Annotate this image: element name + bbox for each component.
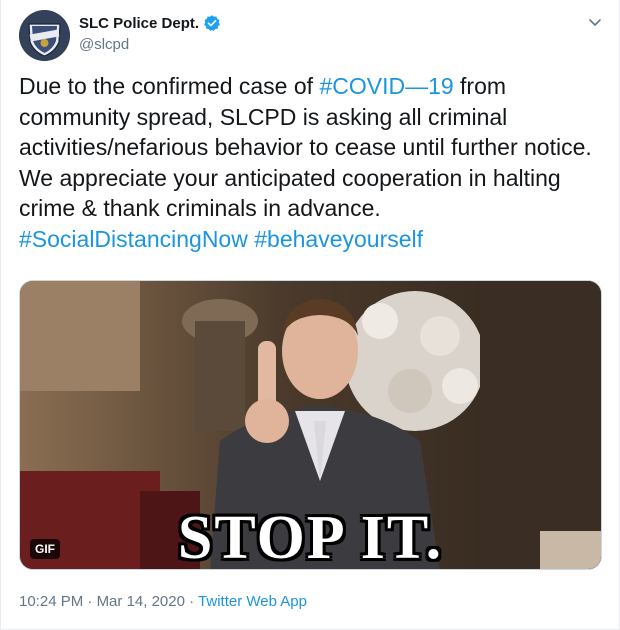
name-row: SLC Police Dept. (79, 14, 221, 32)
tweet-meta: 10:24 PM · Mar 14, 2020 · Twitter Web Ap… (19, 593, 307, 610)
meta-separator: · (87, 593, 93, 610)
hashtag-covid19[interactable]: #COVID—19 (319, 73, 453, 99)
tweet-date[interactable]: Mar 14, 2020 (97, 593, 185, 610)
hashtag-socialdistancingnow[interactable]: #SocialDistancingNow (19, 226, 248, 252)
tweet-header: SLC Police Dept. @slcpd (19, 10, 605, 62)
user-handle[interactable]: @slcpd (79, 36, 129, 53)
hashtag-behaveyourself[interactable]: #behaveyourself (254, 226, 423, 252)
chevron-down-icon[interactable] (587, 14, 603, 30)
gif-caption: STOP IT. (177, 504, 444, 570)
tweet-text-part1: Due to the confirmed case of (19, 73, 320, 99)
gif-media[interactable]: STOP IT. GIF (19, 280, 602, 570)
meta-separator-2: · (189, 593, 195, 610)
verified-badge-icon (204, 15, 220, 31)
tweet-card: SLC Police Dept. @slcpd Due to the confi… (0, 0, 620, 630)
tweet-time[interactable]: 10:24 PM (19, 593, 83, 610)
avatar[interactable] (19, 10, 70, 61)
police-badge-logo (19, 10, 70, 61)
tweet-source-link[interactable]: Twitter Web App (198, 593, 307, 610)
gif-badge: GIF (30, 539, 60, 559)
tweet-text: Due to the confirmed case of #COVID—19 f… (19, 71, 603, 254)
display-name[interactable]: SLC Police Dept. (79, 15, 199, 32)
